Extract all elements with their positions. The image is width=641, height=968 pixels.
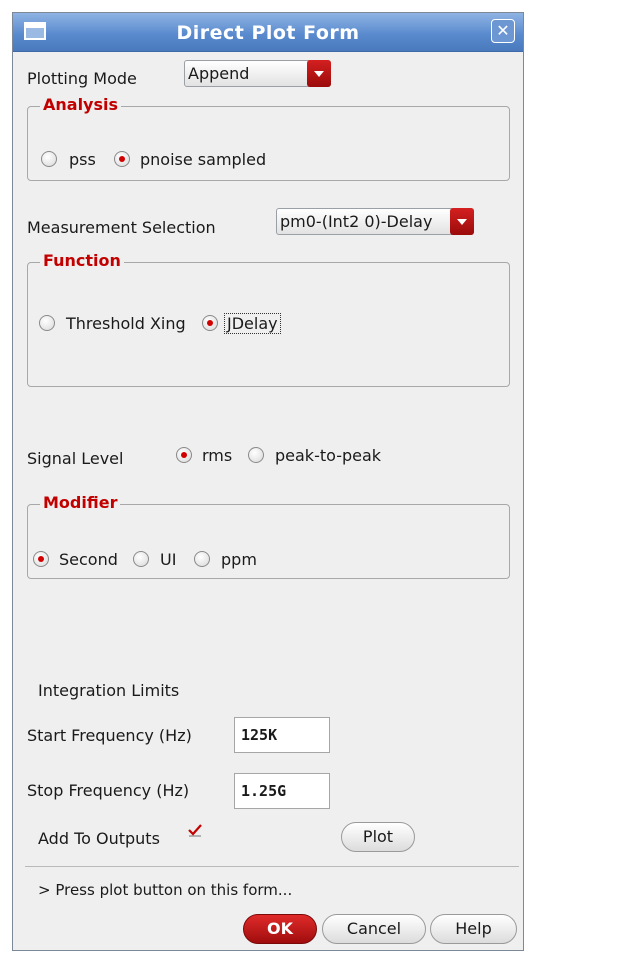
radio-ui[interactable] bbox=[133, 551, 149, 567]
direct-plot-form-window: Direct Plot Form ✕ Plotting Mode Append … bbox=[12, 12, 524, 951]
measurement-selection-value: pm0-(Int2 0)-Delay bbox=[280, 212, 433, 231]
radio-threshold-xing[interactable] bbox=[39, 315, 55, 331]
separator bbox=[25, 866, 519, 867]
radio-peak-to-peak[interactable] bbox=[248, 447, 264, 463]
chevron-down-icon[interactable] bbox=[450, 208, 474, 235]
start-frequency-field[interactable]: 125K bbox=[234, 717, 330, 753]
title-bar[interactable]: Direct Plot Form ✕ bbox=[13, 13, 523, 52]
radio-second-label: Second bbox=[59, 550, 118, 569]
radio-jdelay[interactable] bbox=[202, 315, 218, 331]
radio-pss-label: pss bbox=[69, 150, 96, 169]
plotting-mode-label: Plotting Mode bbox=[27, 69, 137, 88]
measurement-selection-label: Measurement Selection bbox=[27, 218, 216, 237]
analysis-group: Analysis pss pnoise sampled bbox=[27, 95, 510, 181]
radio-rms-label: rms bbox=[202, 446, 233, 465]
integration-limits-label: Integration Limits bbox=[38, 681, 180, 700]
radio-pss[interactable] bbox=[41, 151, 57, 167]
help-button[interactable]: Help bbox=[430, 914, 517, 944]
status-message: > Press plot button on this form... bbox=[38, 881, 293, 899]
ok-button[interactable]: OK bbox=[243, 914, 317, 944]
add-to-outputs-label: Add To Outputs bbox=[38, 829, 160, 848]
radio-ppm[interactable] bbox=[194, 551, 210, 567]
add-to-outputs-checkbox[interactable] bbox=[187, 824, 203, 840]
stop-frequency-label: Stop Frequency (Hz) bbox=[27, 781, 190, 800]
stop-frequency-field[interactable]: 1.25G bbox=[234, 773, 330, 809]
radio-pnoise-sampled-label: pnoise sampled bbox=[140, 150, 267, 169]
radio-ppm-label: ppm bbox=[221, 550, 257, 569]
plotting-mode-value: Append bbox=[188, 64, 250, 83]
radio-threshold-xing-label: Threshold Xing bbox=[66, 314, 186, 333]
radio-pnoise-sampled[interactable] bbox=[114, 151, 130, 167]
signal-level-label: Signal Level bbox=[27, 449, 124, 468]
function-group: Function Threshold Xing JDelay bbox=[27, 251, 510, 387]
window-title: Direct Plot Form bbox=[176, 22, 360, 44]
modifier-group: Modifier Second UI ppm bbox=[27, 493, 510, 579]
measurement-selection-dropdown[interactable]: pm0-(Int2 0)-Delay bbox=[276, 208, 474, 235]
plotting-mode-dropdown[interactable]: Append bbox=[184, 60, 331, 87]
radio-peak-to-peak-label: peak-to-peak bbox=[275, 446, 382, 465]
radio-ui-label: UI bbox=[160, 550, 177, 569]
analysis-group-title: Analysis bbox=[40, 95, 122, 114]
plot-button[interactable]: Plot bbox=[341, 822, 415, 852]
radio-jdelay-label: JDelay bbox=[224, 313, 281, 334]
cancel-button[interactable]: Cancel bbox=[322, 914, 426, 944]
radio-second[interactable] bbox=[33, 551, 49, 567]
radio-rms[interactable] bbox=[176, 447, 192, 463]
modifier-group-title: Modifier bbox=[40, 493, 121, 512]
start-frequency-label: Start Frequency (Hz) bbox=[27, 726, 192, 745]
close-icon[interactable]: ✕ bbox=[491, 19, 515, 43]
chevron-down-icon[interactable] bbox=[307, 60, 331, 87]
checkmark-icon bbox=[188, 824, 202, 836]
function-group-title: Function bbox=[40, 251, 124, 270]
